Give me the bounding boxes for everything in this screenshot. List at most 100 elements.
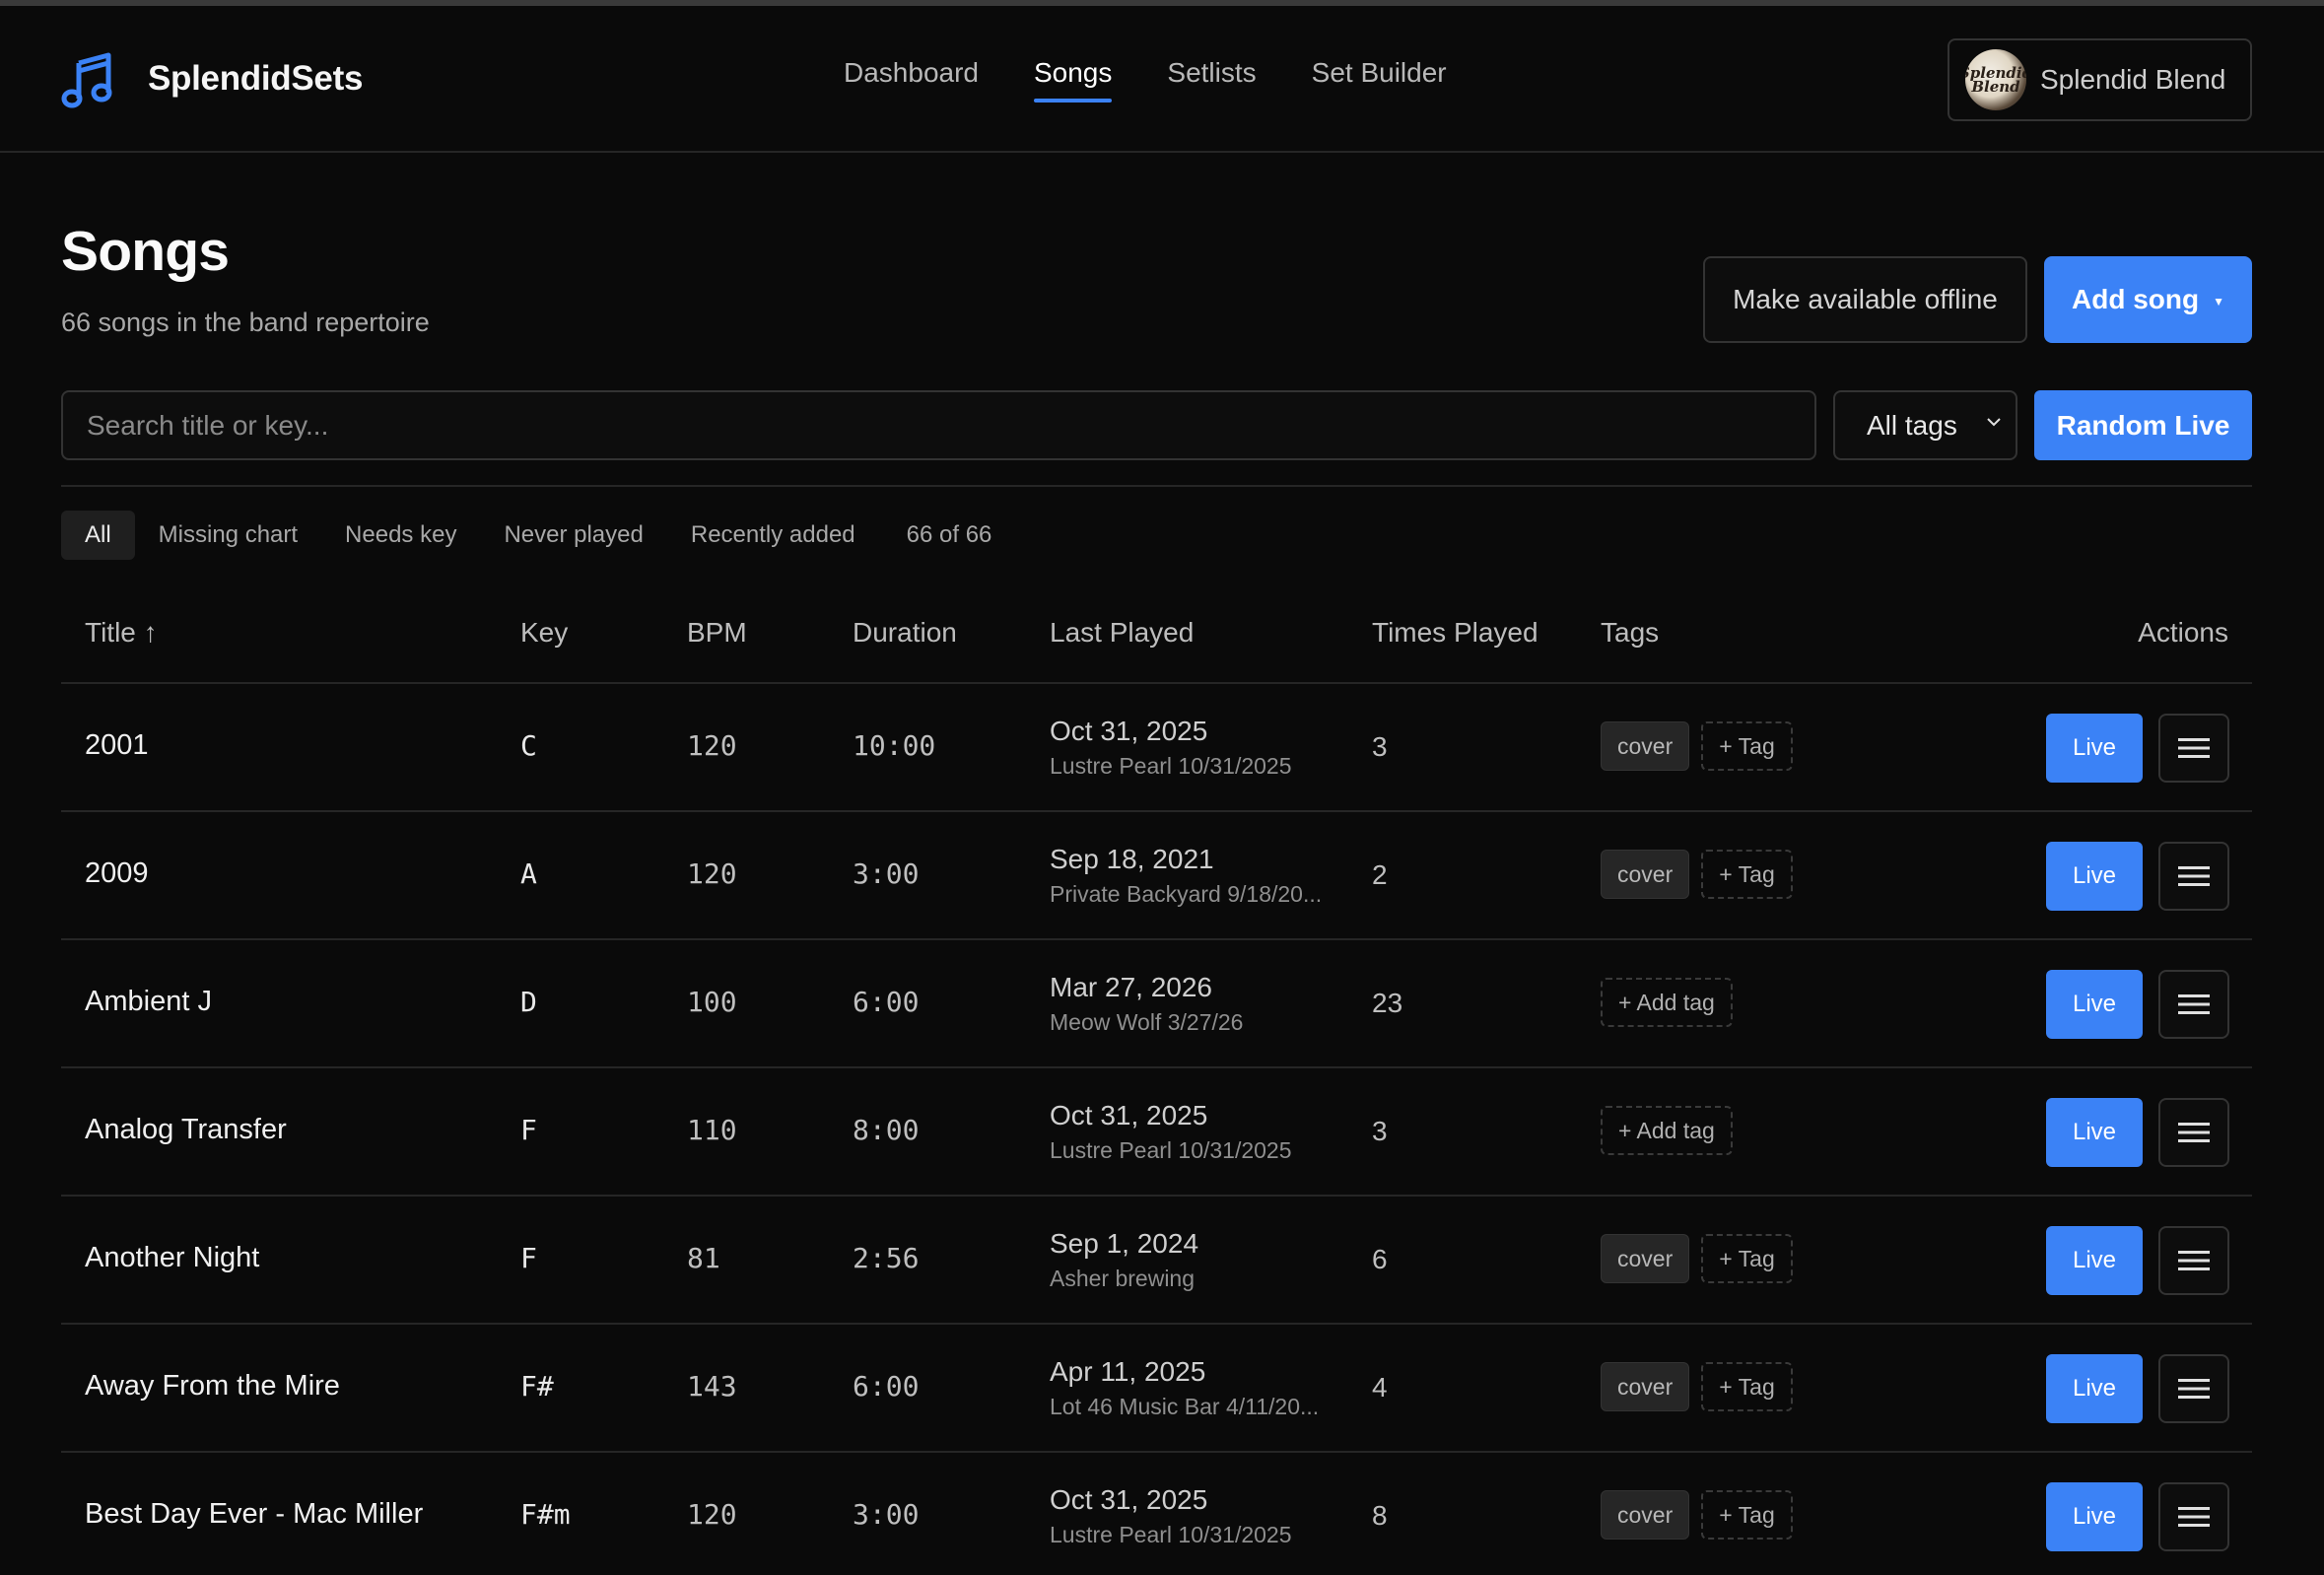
times-played: 4 [1372,1372,1388,1403]
row-actions: Live [2046,970,2229,1039]
col-last-played[interactable]: Last Played [1050,617,1194,649]
brand[interactable]: SplendidSets [61,49,363,108]
table-row[interactable]: Away From the Mire F# 143 6:00 Apr 11, 2… [61,1325,2252,1453]
search-input[interactable] [87,409,1814,442]
filter-missing-chart[interactable]: Missing chart [135,511,321,560]
account-button[interactable]: SplendidBlend Splendid Blend [1948,38,2252,121]
song-key: A [520,857,537,890]
filter-all[interactable]: All [61,511,135,560]
tags-select[interactable]: All tags [1833,390,2017,460]
song-title[interactable]: Best Day Ever - Mac Miller [85,1498,423,1531]
last-played: Apr 11, 2025 Lot 46 Music Bar 4/11/20... [1050,1356,1355,1420]
col-title[interactable]: Title ↑ [85,617,158,649]
table-row[interactable]: Ambient J D 100 6:00 Mar 27, 2026 Meow W… [61,940,2252,1068]
row-actions: Live [2046,714,2229,783]
song-title[interactable]: Another Night [85,1242,259,1274]
tag-list: + Add tag [1601,1106,1733,1155]
col-bpm[interactable]: BPM [687,617,747,649]
table-header: Title ↑ Key BPM Duration Last Played Tim… [61,589,2252,684]
filter-needs-key[interactable]: Needs key [321,511,480,560]
nav-setlists[interactable]: Setlists [1167,57,1256,103]
tag-chip[interactable]: cover [1601,721,1690,771]
times-played: 8 [1372,1500,1388,1531]
nav-dashboard[interactable]: Dashboard [844,57,979,103]
tag-list: cover + Tag [1601,1234,1793,1283]
menu-icon [2178,738,2210,758]
tag-chip[interactable]: cover [1601,850,1690,899]
add-tag-button[interactable]: + Tag [1701,850,1793,899]
add-tag-button[interactable]: + Add tag [1601,1106,1733,1155]
table-row[interactable]: 2009 A 120 3:00 Sep 18, 2021 Private Bac… [61,812,2252,940]
app-header: SplendidSets Dashboard Songs Setlists Se… [0,6,2324,153]
nav-set-builder[interactable]: Set Builder [1312,57,1447,103]
tag-chip[interactable]: cover [1601,1362,1690,1411]
row-menu-button[interactable] [2158,842,2229,911]
filter-recently-added[interactable]: Recently added [667,511,879,560]
search-box[interactable] [61,390,1816,460]
row-menu-button[interactable] [2158,1482,2229,1551]
row-menu-button[interactable] [2158,970,2229,1039]
row-actions: Live [2046,1482,2229,1551]
live-button[interactable]: Live [2046,1354,2143,1423]
add-tag-button[interactable]: + Tag [1701,1234,1793,1283]
row-actions: Live [2046,842,2229,911]
add-song-label: Add song [2072,284,2200,314]
last-played: Oct 31, 2025 Lustre Pearl 10/31/2025 [1050,1100,1355,1164]
app-name: SplendidSets [148,59,364,98]
row-menu-button[interactable] [2158,714,2229,783]
col-times-played[interactable]: Times Played [1372,617,1538,649]
menu-icon [2178,1379,2210,1399]
song-key: F [520,1114,537,1146]
song-duration: 2:56 [853,1242,920,1274]
menu-icon [2178,866,2210,886]
table-row[interactable]: Analog Transfer F 110 8:00 Oct 31, 2025 … [61,1068,2252,1197]
make-offline-button[interactable]: Make available offline [1703,256,2027,343]
avatar: SplendidBlend [1965,49,2026,110]
col-key[interactable]: Key [520,617,568,649]
song-bpm: 143 [687,1370,737,1403]
song-title[interactable]: Away From the Mire [85,1370,340,1403]
table-row[interactable]: 2001 C 120 10:00 Oct 31, 2025 Lustre Pea… [61,684,2252,812]
song-bpm: 81 [687,1242,720,1274]
add-tag-button[interactable]: + Tag [1701,721,1793,771]
song-bpm: 120 [687,729,737,762]
times-played: 3 [1372,731,1388,762]
add-song-button[interactable]: Add song ▼ [2044,256,2252,343]
tag-list: cover + Tag [1601,1362,1793,1411]
tag-list: cover + Tag [1601,721,1793,771]
table-row[interactable]: Another Night F 81 2:56 Sep 1, 2024 Ashe… [61,1197,2252,1325]
col-duration[interactable]: Duration [853,617,957,649]
live-button[interactable]: Live [2046,1226,2143,1295]
add-tag-button[interactable]: + Add tag [1601,978,1733,1027]
tag-list: cover + Tag [1601,1490,1793,1540]
live-button[interactable]: Live [2046,1098,2143,1167]
account-name: Splendid Blend [2040,64,2226,95]
times-played: 2 [1372,859,1388,890]
last-played: Mar 27, 2026 Meow Wolf 3/27/26 [1050,972,1355,1036]
music-note-icon [61,52,112,108]
live-button[interactable]: Live [2046,842,2143,911]
live-button[interactable]: Live [2046,714,2143,783]
tag-list: cover + Tag [1601,850,1793,899]
song-title[interactable]: Analog Transfer [85,1114,287,1146]
last-played-venue: Lustre Pearl 10/31/2025 [1050,1137,1292,1163]
tag-chip[interactable]: cover [1601,1234,1690,1283]
nav-songs[interactable]: Songs [1033,57,1113,103]
filter-bar: All Missing chart Needs key Never played… [61,511,991,560]
filter-never-played[interactable]: Never played [480,511,666,560]
tag-chip[interactable]: cover [1601,1490,1690,1540]
table-row[interactable]: Best Day Ever - Mac Miller F#m 120 3:00 … [61,1453,2252,1575]
main-nav: Dashboard Songs Setlists Set Builder [844,57,1502,103]
song-title[interactable]: 2001 [85,729,149,762]
add-tag-button[interactable]: + Tag [1701,1490,1793,1540]
row-menu-button[interactable] [2158,1226,2229,1295]
song-title[interactable]: Ambient J [85,986,212,1018]
times-played: 6 [1372,1244,1388,1274]
row-menu-button[interactable] [2158,1098,2229,1167]
add-tag-button[interactable]: + Tag [1701,1362,1793,1411]
row-menu-button[interactable] [2158,1354,2229,1423]
live-button[interactable]: Live [2046,1482,2143,1551]
song-title[interactable]: 2009 [85,857,149,890]
live-button[interactable]: Live [2046,970,2143,1039]
random-live-button[interactable]: Random Live [2034,390,2252,460]
